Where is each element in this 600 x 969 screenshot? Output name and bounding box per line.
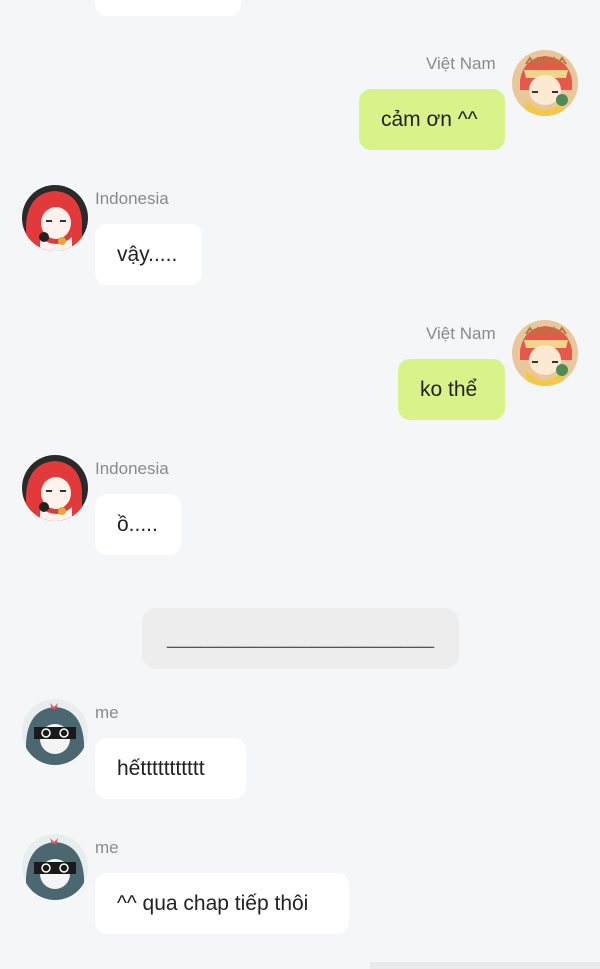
vietnam-avatar-image — [512, 50, 578, 116]
me-avatar[interactable] — [22, 834, 88, 900]
chat-conversation: Việt Nam cảm ơn ^^ Indonesia vậy..... Vi… — [0, 0, 600, 969]
vietnam-avatar-image — [512, 320, 578, 386]
message-bubble-incoming[interactable]: ^^ qua chap tiếp thôi — [95, 873, 349, 934]
sender-name: me — [95, 838, 119, 857]
message-bubble-incoming[interactable]: hếttttttttttt — [95, 738, 246, 799]
sender-name: me — [95, 703, 119, 722]
sender-name: Indonesia — [95, 459, 169, 478]
chapter-divider: ________________________ — [142, 608, 459, 669]
me-avatar-image — [22, 834, 88, 900]
vietnam-avatar[interactable] — [512, 320, 578, 386]
indonesia-avatar[interactable] — [22, 185, 88, 251]
next-message-fragment — [370, 962, 600, 969]
message-bubble-outgoing[interactable]: ko thể — [398, 359, 505, 420]
indonesia-avatar[interactable] — [22, 455, 88, 521]
indonesia-avatar-image — [22, 455, 88, 521]
indonesia-avatar-image — [22, 185, 88, 251]
previous-message-bubble[interactable] — [95, 0, 241, 16]
me-avatar[interactable] — [22, 699, 88, 765]
me-avatar-image — [22, 699, 88, 765]
sender-name: Việt Nam — [426, 54, 496, 73]
message-bubble-incoming[interactable]: ồ..... — [95, 494, 181, 555]
vietnam-avatar[interactable] — [512, 50, 578, 116]
message-bubble-outgoing[interactable]: cảm ơn ^^ — [359, 89, 505, 150]
message-bubble-incoming[interactable]: vậy..... — [95, 224, 202, 285]
sender-name: Việt Nam — [426, 324, 496, 343]
sender-name: Indonesia — [95, 189, 169, 208]
